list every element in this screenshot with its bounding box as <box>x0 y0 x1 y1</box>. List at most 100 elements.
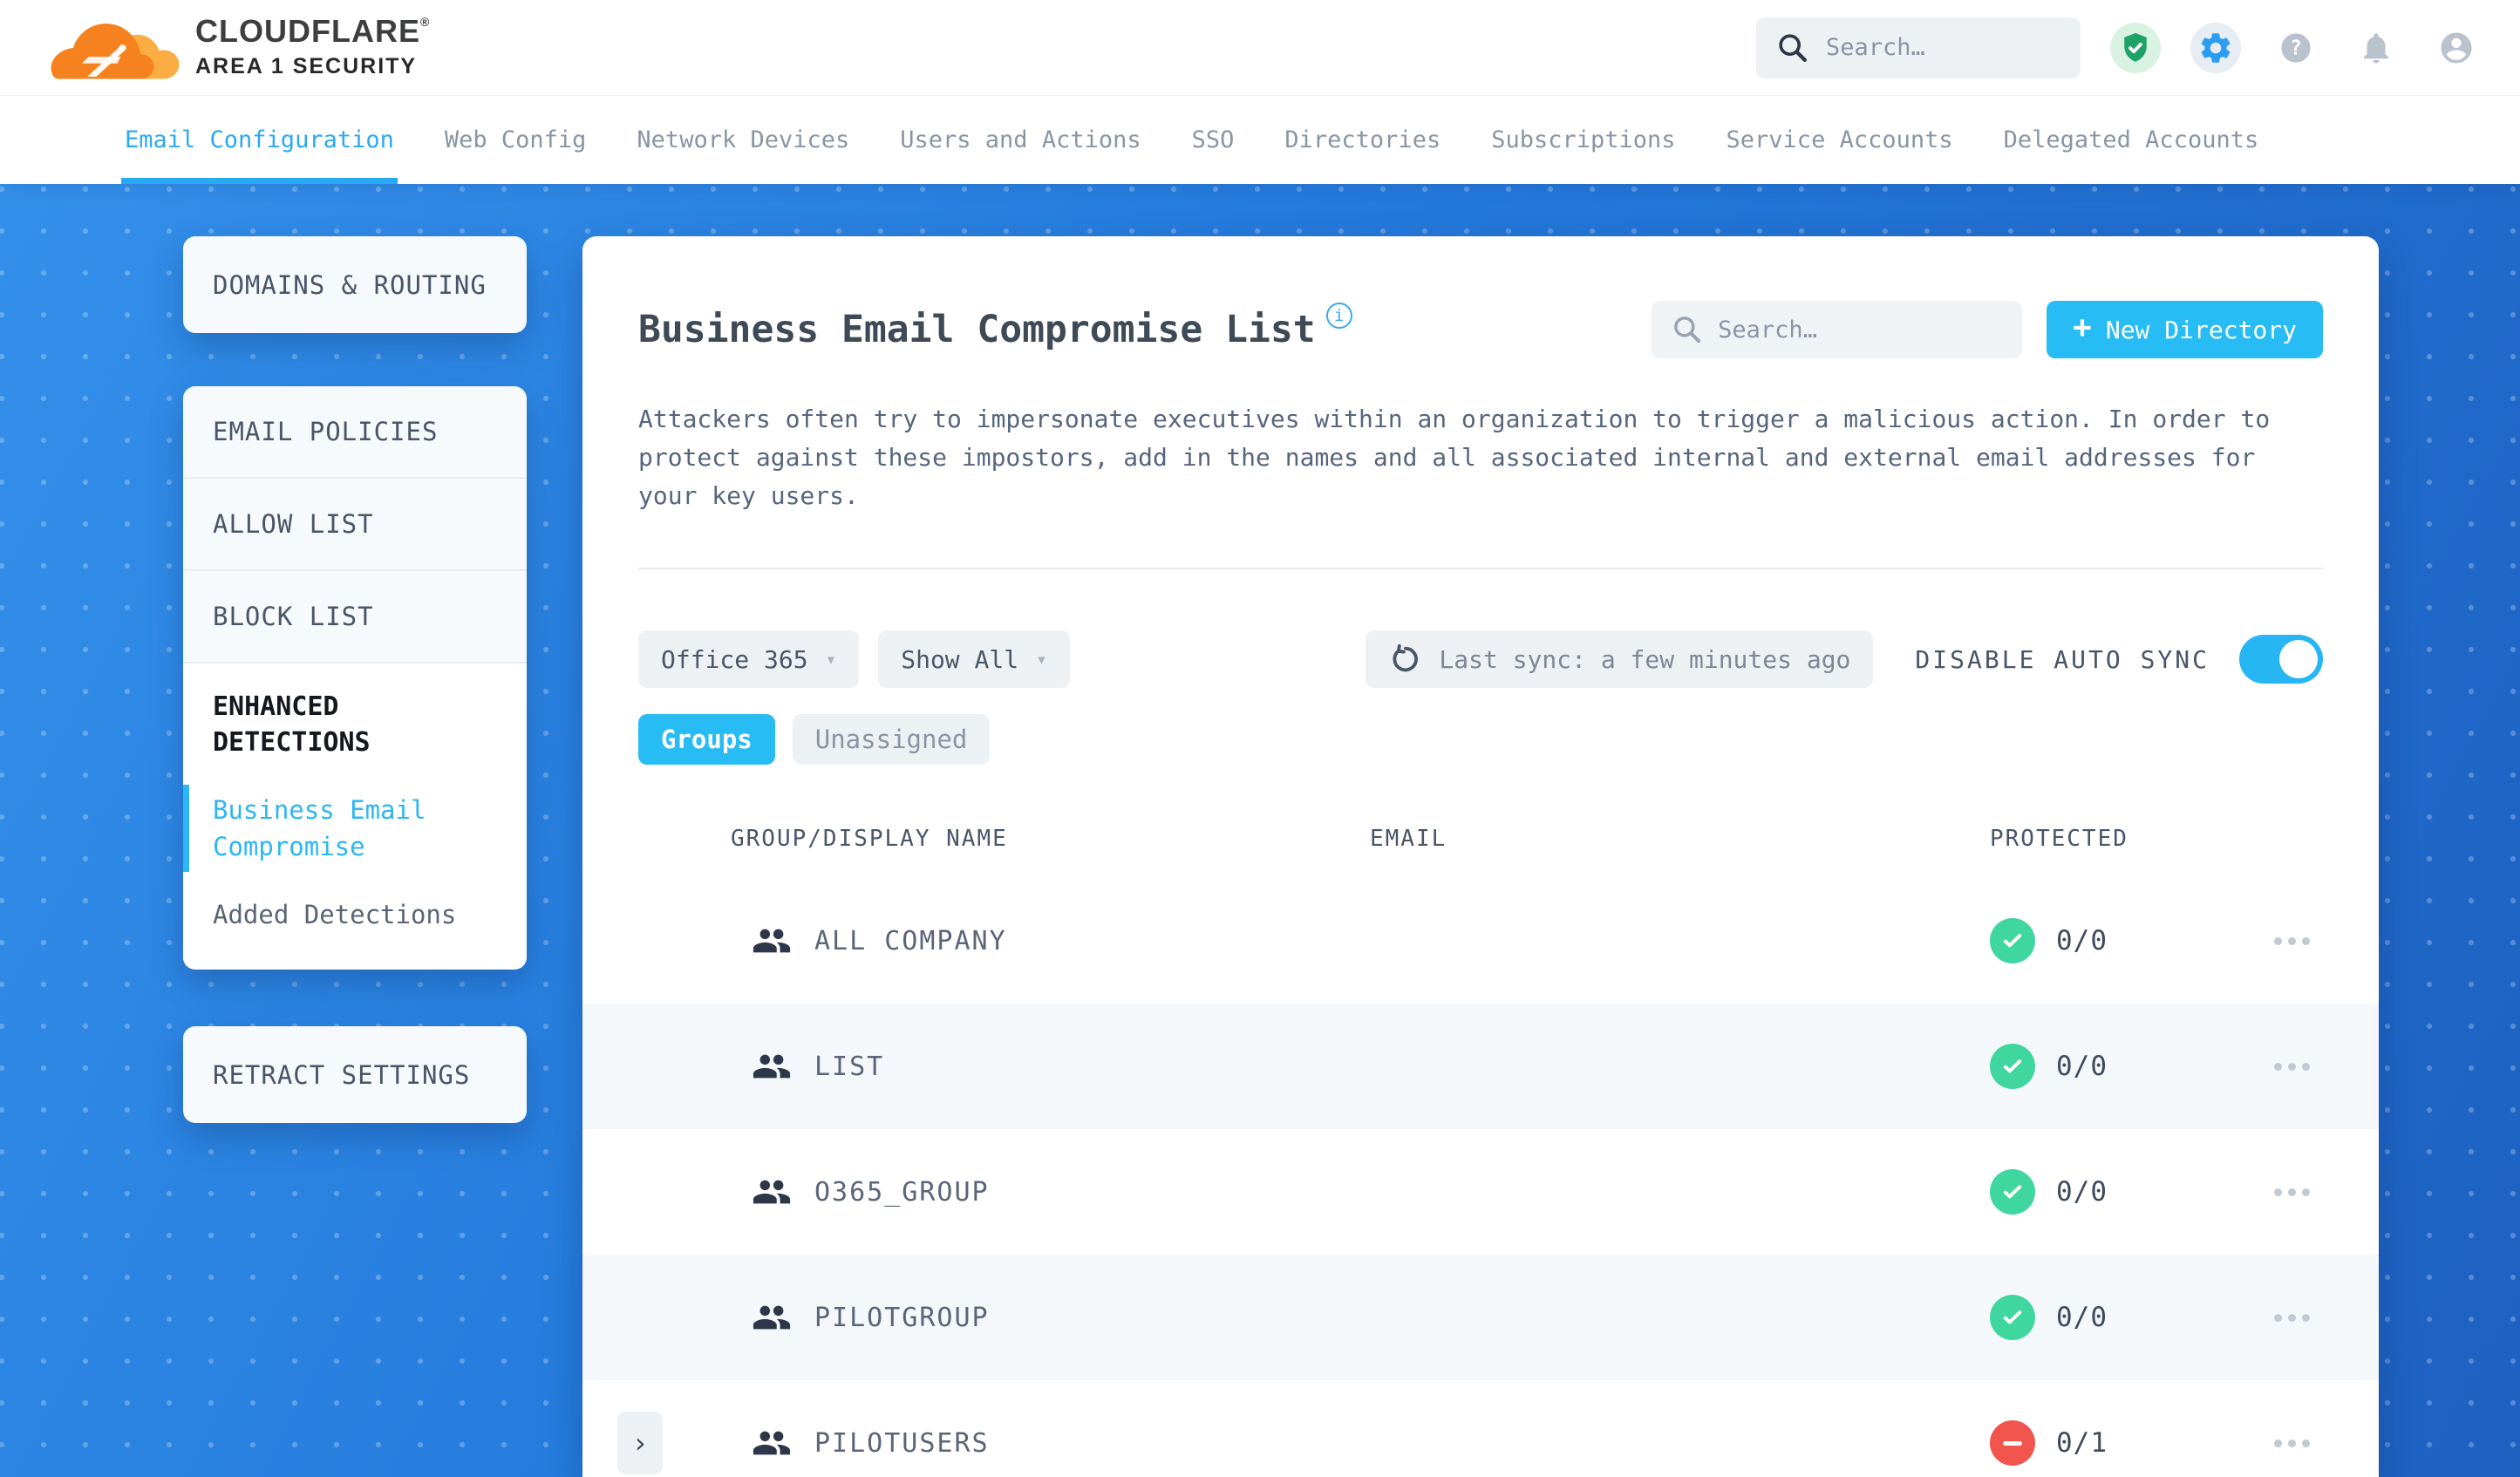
nav-tab[interactable]: Service Accounts <box>1727 96 1953 184</box>
directory-filter-dropdown[interactable]: Office 365 ▾ <box>638 630 860 688</box>
sidebar-item[interactable]: ALLOW LIST <box>183 479 527 571</box>
sidebar-item[interactable]: EMAIL POLICIES <box>183 386 527 479</box>
row-menu-button[interactable] <box>2265 1180 2319 1205</box>
protected-status-icon <box>1990 918 2035 963</box>
group-icon <box>753 1054 791 1079</box>
group-icon <box>753 929 791 953</box>
expand-row-button[interactable] <box>617 1412 663 1474</box>
caret-down-icon: ▾ <box>825 649 837 670</box>
protected-status-icon <box>1990 1420 2035 1466</box>
sidebar-item-retract-settings[interactable]: RETRACT SETTINGS <box>183 1026 527 1124</box>
top-bar: CLOUDFLARE® AREA 1 SECURITY ? <box>0 0 2520 96</box>
cloudflare-cloud-icon <box>51 23 180 78</box>
nav-tab[interactable]: Delegated Accounts <box>2004 96 2259 184</box>
protected-status-icon <box>1990 1169 2035 1215</box>
global-search-input[interactable] <box>1826 34 2061 61</box>
page-title: Business Email Compromise List <box>638 308 1316 351</box>
sidebar-section-enhanced-detections: ENHANCED DETECTIONS Business Email Compr… <box>183 664 527 970</box>
row-menu-button[interactable] <box>2265 929 2319 954</box>
settings-button[interactable] <box>2190 22 2241 73</box>
protected-status-icon <box>1990 1044 2035 1089</box>
nav-tab[interactable]: Directories <box>1284 96 1440 184</box>
svg-text:?: ? <box>2290 37 2302 59</box>
protected-count: 0/0 <box>2056 1302 2108 1333</box>
nav-tab[interactable]: Network Devices <box>637 96 849 184</box>
sidebar-links: Business Email Compromise Added Detection… <box>183 784 497 933</box>
search-icon <box>1779 33 1807 62</box>
sidebar-section-title[interactable]: ENHANCED DETECTIONS <box>213 690 396 760</box>
table-row[interactable]: ALL COMPANY 0/0 <box>582 878 2379 1004</box>
sidebar-link[interactable]: Business Email Compromise <box>183 784 497 873</box>
row-menu-button[interactable] <box>2265 1305 2319 1331</box>
column-header-email: EMAIL <box>1370 826 1447 852</box>
row-menu-button[interactable] <box>2265 1054 2319 1079</box>
protected-status-icon <box>1990 1295 2035 1340</box>
sidebar-item-domains-routing[interactable]: DOMAINS & ROUTING <box>183 236 527 333</box>
table-row[interactable]: PILOTUSERS 0/1 <box>582 1380 2379 1477</box>
refresh-icon <box>1393 643 1419 672</box>
search-icon <box>1674 316 1701 344</box>
plus-icon: + <box>2073 310 2092 345</box>
auto-sync-toggle[interactable] <box>2239 635 2323 684</box>
sidebar: DOMAINS & ROUTING EMAIL POLICIES ALLOW LI… <box>183 236 527 1124</box>
new-directory-button[interactable]: + New Directory <box>2047 301 2323 358</box>
nav-tab[interactable]: Web Config <box>445 96 587 184</box>
cloudflare-logo[interactable]: CLOUDFLARE® AREA 1 SECURITY <box>49 12 430 84</box>
check-icon <box>2003 1059 2022 1073</box>
registered-mark: ® <box>419 15 431 29</box>
list-search-input[interactable] <box>1718 316 2004 344</box>
group-name: PILOTUSERS <box>814 1427 990 1459</box>
table-row[interactable]: O365_GROUP 0/0 <box>582 1129 2379 1255</box>
table-row[interactable]: LIST 0/0 <box>582 1004 2379 1129</box>
group-icon <box>753 1305 791 1330</box>
groups-table: GROUP/DISPLAY NAME EMAIL PROTECTED ALL C… <box>582 826 2379 1477</box>
divider <box>638 568 2323 569</box>
group-icon <box>753 1431 791 1455</box>
minus-icon <box>2003 1440 2022 1446</box>
secondary-nav: Email Configuration Web Config Network Dev… <box>0 96 2520 184</box>
nav-tab[interactable]: Email Configuration <box>121 96 398 184</box>
show-filter-dropdown[interactable]: Show All ▾ <box>878 630 1070 688</box>
sidebar-card-policies: EMAIL POLICIES ALLOW LIST BLOCK LIST ENHAN… <box>183 386 527 970</box>
security-status-button[interactable] <box>2110 22 2161 73</box>
global-search[interactable] <box>1756 17 2081 78</box>
check-icon <box>2003 1185 2022 1199</box>
auto-sync-label: DISABLE AUTO SYNC <box>1915 644 2210 674</box>
protected-count: 0/0 <box>2056 925 2108 956</box>
gear-icon <box>2201 32 2231 63</box>
main-panel: Business Email Compromise List i + New D… <box>582 236 2379 1477</box>
app: CLOUDFLARE® AREA 1 SECURITY ? <box>0 0 2520 1477</box>
brand-name: CLOUDFLARE® <box>195 13 431 49</box>
group-tab[interactable]: Groups <box>638 714 775 765</box>
row-menu-button[interactable] <box>2265 1431 2319 1456</box>
caret-down-icon: ▾ <box>1036 649 1047 670</box>
protected-count: 0/0 <box>2056 1176 2108 1208</box>
check-icon <box>2003 934 2022 948</box>
protected-count: 0/0 <box>2056 1051 2108 1082</box>
sidebar-link[interactable]: Added Detections <box>213 896 497 933</box>
column-header-name: GROUP/DISPLAY NAME <box>731 826 1008 852</box>
user-icon <box>2441 32 2472 63</box>
last-sync-status[interactable]: Last sync: a few minutes ago <box>1366 630 1874 688</box>
table-row[interactable]: PILOTGROUP 0/0 <box>582 1255 2379 1380</box>
table-body: ALL COMPANY 0/0 LIST 0/0 O365_GROUP 0/0 … <box>582 878 2379 1477</box>
group-name: O365_GROUP <box>814 1176 990 1208</box>
info-icon[interactable]: i <box>1325 303 1352 329</box>
brand-subtitle: AREA 1 SECURITY <box>195 54 418 78</box>
shield-check-icon <box>2124 32 2147 62</box>
group-name: PILOTGROUP <box>814 1302 990 1333</box>
group-name: ALL COMPANY <box>814 925 1007 956</box>
sidebar-policy-items: EMAIL POLICIES ALLOW LIST BLOCK LIST <box>183 386 527 664</box>
content-area: DOMAINS & ROUTING EMAIL POLICIES ALLOW LI… <box>0 184 2520 1477</box>
nav-tab[interactable]: Subscriptions <box>1491 96 1675 184</box>
help-icon: ? <box>2281 32 2311 63</box>
nav-tab[interactable]: SSO <box>1192 96 1235 184</box>
list-search[interactable] <box>1652 301 2023 358</box>
group-tab[interactable]: Unassigned <box>792 714 991 765</box>
notifications-button[interactable] <box>2351 23 2401 73</box>
check-icon <box>2003 1310 2022 1324</box>
nav-tab[interactable]: Users and Actions <box>900 96 1141 184</box>
account-button[interactable] <box>2431 23 2482 73</box>
help-button[interactable]: ? <box>2271 23 2321 73</box>
sidebar-item[interactable]: BLOCK LIST <box>183 571 527 664</box>
